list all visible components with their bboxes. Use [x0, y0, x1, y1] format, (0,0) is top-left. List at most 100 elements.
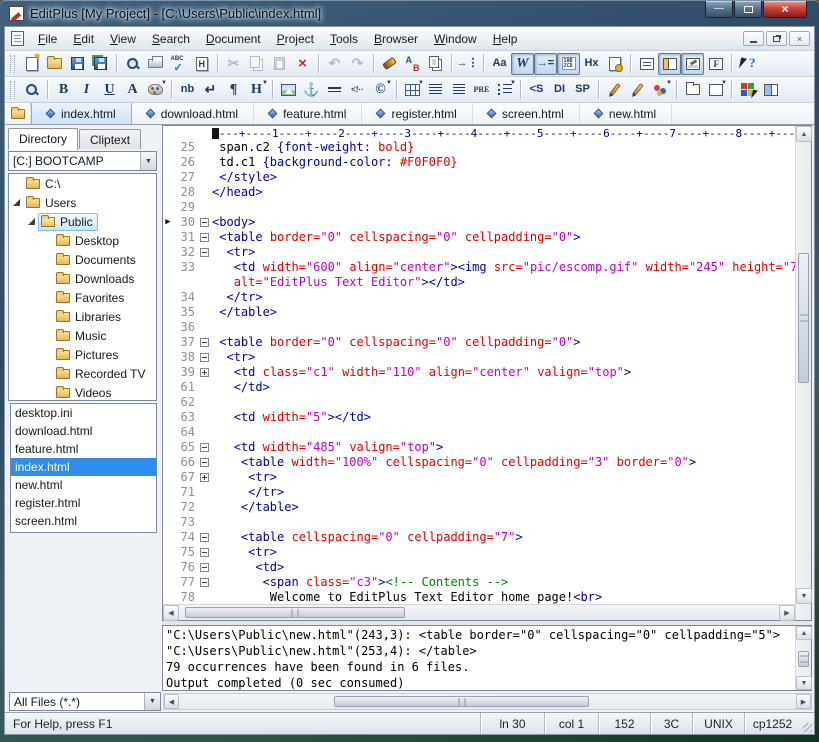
fold-column[interactable] [199, 440, 212, 455]
fold-collapse-icon[interactable] [200, 443, 209, 452]
user-tools-button[interactable]: ▼ [649, 79, 672, 101]
code-line[interactable]: 34 </tr> [163, 290, 795, 305]
maximize-button[interactable] [734, 1, 762, 18]
code-line[interactable]: 74 <table cellspacing="0" cellpadding="7… [163, 530, 795, 545]
side-tab-directory[interactable]: Directory [8, 128, 78, 150]
tree-item-documents[interactable]: Documents [9, 250, 156, 269]
document-tab-index.html[interactable]: index.html [31, 103, 132, 124]
code-line[interactable]: 28</head> [163, 185, 795, 200]
new-window-button[interactable] [681, 79, 704, 101]
close-button[interactable]: × [763, 1, 807, 18]
color-picker-button[interactable] [736, 79, 759, 101]
code-line[interactable]: 66 <table width="100%" cellspacing="0" c… [163, 455, 795, 470]
fold-column[interactable] [199, 575, 212, 590]
resize-grip[interactable] [800, 713, 814, 734]
code-line[interactable]: 33 <td width="600" align="center"><img s… [163, 260, 795, 275]
context-help-button[interactable] [736, 53, 759, 75]
chevron-down-icon[interactable]: ▼ [140, 152, 156, 170]
toolbar-gripper[interactable] [10, 81, 15, 99]
fold-column[interactable] [199, 215, 212, 230]
fold-column[interactable] [199, 455, 212, 470]
output-vertical-scrollbar[interactable]: ▲ ▼ [795, 626, 811, 690]
edit-color-button[interactable] [626, 79, 649, 101]
tree-item-users[interactable]: Users [9, 193, 156, 212]
fold-collapse-icon[interactable] [200, 458, 209, 467]
code-line[interactable]: 67 <tr> [163, 470, 795, 485]
menu-view[interactable]: View [102, 29, 144, 49]
scroll-left-button[interactable]: ◀ [163, 605, 179, 621]
scrollbar-thumb[interactable] [185, 607, 405, 618]
code-line[interactable]: 61 </td> [163, 380, 795, 395]
tree-item-music[interactable]: Music [9, 326, 156, 345]
toolbar-gripper[interactable] [10, 55, 15, 73]
scroll-down-button[interactable]: ▼ [796, 588, 812, 604]
div-tag-button[interactable]: DI [548, 79, 571, 101]
find-button[interactable] [378, 53, 401, 75]
fold-collapse-icon[interactable] [200, 338, 209, 347]
open-file-button[interactable] [43, 53, 66, 75]
toggle-marker-button[interactable]: →⋮ [456, 53, 479, 75]
scroll-up-button[interactable]: ▲ [796, 626, 812, 640]
preformatted-button[interactable]: PRE [470, 79, 493, 101]
cliptext-window-button[interactable] [635, 53, 658, 75]
fold-column[interactable] [199, 530, 212, 545]
menu-edit[interactable]: Edit [65, 29, 102, 49]
fold-column[interactable] [199, 365, 212, 380]
tree-item-pictures[interactable]: Pictures [9, 345, 156, 364]
paste-button[interactable] [268, 53, 291, 75]
file-item-register.html[interactable]: register.html [11, 494, 156, 512]
font-button[interactable]: A [121, 79, 144, 101]
span-tag-button[interactable]: SP [571, 79, 594, 101]
code-area[interactable]: 25 span.c2 {font-weight: bold}26 td.c1 {… [163, 140, 795, 604]
output-horizontal-scrollbar[interactable]: ◀ ▶ [163, 693, 812, 710]
tree-item-c[interactable]: C:\ [9, 174, 156, 193]
edit-source-button[interactable] [603, 79, 626, 101]
fold-collapse-icon[interactable] [200, 233, 209, 242]
fold-column[interactable] [199, 335, 212, 350]
file-list-button[interactable] [5, 103, 31, 124]
save-button[interactable] [66, 53, 89, 75]
align-center-button[interactable] [424, 79, 447, 101]
fold-collapse-icon[interactable] [200, 353, 209, 362]
document-tab-register.html[interactable]: register.html [362, 103, 472, 124]
editor-horizontal-scrollbar[interactable]: ◀ ▶ [163, 604, 795, 620]
code-line[interactable]: 38 <tr> [163, 350, 795, 365]
code-line[interactable]: 25 span.c2 {font-weight: bold} [163, 140, 795, 155]
fold-collapse-icon[interactable] [200, 248, 209, 257]
document-tab-screen.html[interactable]: screen.html [473, 103, 580, 124]
nonbreaking-space-button[interactable]: nb [176, 79, 199, 101]
code-line[interactable]: 32 <tr> [163, 245, 795, 260]
change-case-button[interactable]: Aa [488, 53, 511, 75]
code-line[interactable]: ▶30<body> [163, 215, 795, 230]
code-line[interactable]: 71 </tr> [163, 485, 795, 500]
scroll-down-button[interactable]: ▼ [796, 676, 812, 690]
fold-collapse-icon[interactable] [200, 548, 209, 557]
code-line[interactable]: 29 [163, 200, 795, 215]
mdi-close-button[interactable]: × [789, 31, 810, 46]
mdi-restore-button[interactable] [766, 31, 787, 46]
code-line[interactable]: 31 <table border="0" cellspacing="0" cel… [163, 230, 795, 245]
file-item-download.html[interactable]: download.html [11, 422, 156, 440]
scrollbar-thumb[interactable] [798, 253, 809, 383]
fold-column[interactable] [199, 245, 212, 260]
code-line[interactable]: 39 <td class="c1" width="110" align="cen… [163, 365, 795, 380]
document-tab-new.html[interactable]: new.html [580, 103, 672, 124]
code-line[interactable]: 73 [163, 515, 795, 530]
side-tab-cliptext[interactable]: Cliptext [79, 129, 141, 149]
browser-preview-button[interactable] [20, 79, 43, 101]
cut-button[interactable]: ✂ [222, 53, 245, 75]
code-line[interactable]: 65 <td width="485" valign="top"> [163, 440, 795, 455]
code-line[interactable]: 76 <td> [163, 560, 795, 575]
menu-project[interactable]: Project [269, 29, 322, 49]
print-button[interactable] [144, 53, 167, 75]
output-window-button[interactable] [681, 53, 704, 75]
new-document-button[interactable] [20, 53, 43, 75]
menu-help[interactable]: Help [485, 29, 526, 49]
code-line[interactable]: 27 </style> [163, 170, 795, 185]
tree-item-libraries[interactable]: Libraries [9, 307, 156, 326]
menu-document[interactable]: Document [198, 29, 269, 49]
document-tab-feature.html[interactable]: feature.html [254, 103, 362, 124]
mdi-minimize-button[interactable] [743, 31, 764, 46]
align-right-button[interactable] [447, 79, 470, 101]
italic-button[interactable]: I [75, 79, 98, 101]
